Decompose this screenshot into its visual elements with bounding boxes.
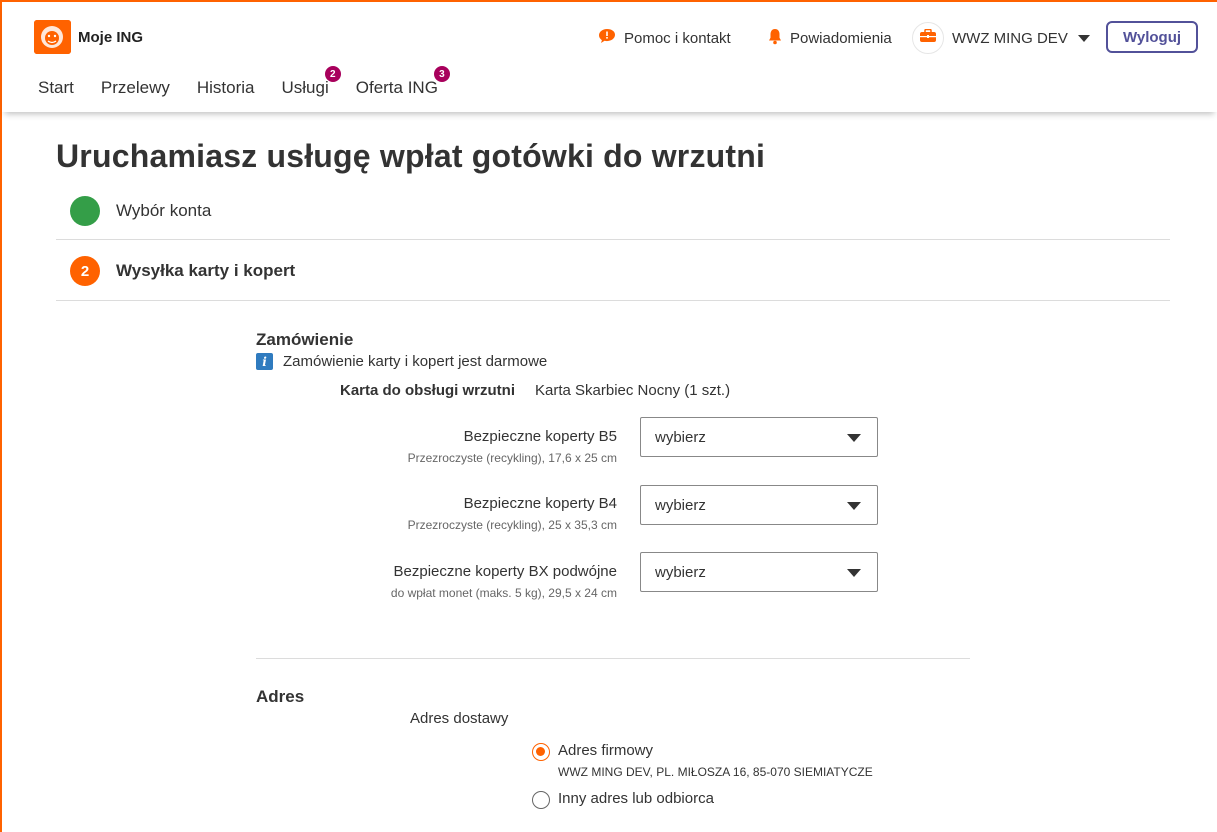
step-account-selection[interactable]: Wybór konta <box>70 196 211 226</box>
main-nav: Start Przelewy Historia Usługi 2 Oferta … <box>38 66 450 98</box>
order-section-title: Zamówienie <box>256 330 354 349</box>
envelope-b4-label-group: Bezpieczne koperty B4 Przezroczyste (rec… <box>408 495 617 532</box>
step-shipping: 2 Wysyłka karty i kopert <box>70 256 295 286</box>
step-label: Wysyłka karty i kopert <box>116 261 296 280</box>
divider <box>56 239 1170 240</box>
info-icon: i <box>256 353 273 370</box>
field-sublabel: Przezroczyste (recykling), 17,6 x 25 cm <box>407 451 617 465</box>
order-info: i Zamówienie karty i kopert jest darmowe <box>256 353 547 370</box>
nav-item-historia[interactable]: Historia <box>197 78 255 98</box>
radio-label: Inny adres lub odbiorca <box>558 790 714 807</box>
nav-item-przelewy[interactable]: Przelewy <box>101 78 170 98</box>
ing-lion-logo[interactable] <box>34 20 71 54</box>
step-done-indicator <box>70 196 100 226</box>
divider <box>56 300 1170 301</box>
select-value: wybierz <box>655 496 706 514</box>
step-number-badge: 2 <box>70 256 100 286</box>
envelope-b5-label-group: Bezpieczne koperty B5 Przezroczyste (rec… <box>408 428 617 465</box>
avatar <box>912 22 944 54</box>
envelope-bx-label-group: Bezpieczne koperty BX podwójne do wpłat … <box>391 563 617 600</box>
card-info-row: Karta do obsługi wrzutni Karta Skarbiec … <box>340 382 730 399</box>
address-section-title: Adres <box>256 687 305 706</box>
order-info-text: Zamówienie karty i kopert jest darmowe <box>283 353 548 370</box>
envelope-bx-select[interactable]: wybierz <box>640 552 878 592</box>
chevron-down-icon <box>847 569 861 577</box>
field-sublabel: do wpłat monet (maks. 5 kg), 29,5 x 24 c… <box>390 586 617 600</box>
logout-button[interactable]: Wyloguj <box>1106 21 1198 53</box>
radio-label: Adres firmowy <box>558 742 654 759</box>
chevron-down-icon <box>847 502 861 510</box>
envelope-b5-select[interactable]: wybierz <box>640 417 878 457</box>
help-contact-link[interactable]: Pomoc i kontakt <box>598 28 731 48</box>
window-left-border <box>0 0 2 832</box>
nav-item-label: Start <box>38 78 74 97</box>
chevron-down-icon <box>1077 34 1090 42</box>
radio-company-address[interactable]: Adres firmowy WWZ MING DEV, PL. MIŁOSZA … <box>532 742 873 779</box>
chevron-down-icon <box>847 434 861 442</box>
divider <box>256 658 970 659</box>
user-menu[interactable]: WWZ MING DEV <box>912 22 1090 54</box>
field-sublabel: Przezroczyste (recykling), 25 x 35,3 cm <box>407 518 617 532</box>
briefcase-icon <box>919 28 937 47</box>
delivery-address-label: Adres dostawy <box>410 710 509 727</box>
notification-badge: 3 <box>433 66 450 82</box>
radio-sublabel: WWZ MING DEV, PL. MIŁOSZA 16, 85-070 SIE… <box>558 765 873 779</box>
page-title: Uruchamiasz usługę wpłat gotówki do wrzu… <box>56 138 766 174</box>
field-label: Bezpieczne koperty B4 <box>463 495 617 512</box>
user-name: WWZ MING DEV <box>952 29 1068 47</box>
field-label: Bezpieczne koperty BX podwójne <box>393 563 617 580</box>
select-value: wybierz <box>655 428 706 446</box>
radio-other-address[interactable]: Inny adres lub odbiorca <box>532 790 714 809</box>
chat-bubble-icon <box>598 28 616 48</box>
field-label: Bezpieczne koperty B5 <box>463 428 617 445</box>
nav-item-label: Przelewy <box>100 78 170 97</box>
bell-icon <box>768 28 782 49</box>
envelope-b4-select[interactable]: wybierz <box>640 485 878 525</box>
nav-item-label: Historia <box>196 78 255 97</box>
top-header: Moje ING Pomoc i kontakt Powiadomienia W… <box>2 2 1217 112</box>
help-contact-label: Pomoc i kontakt <box>624 29 731 47</box>
radio-button-checked[interactable] <box>532 743 550 761</box>
notification-badge: 2 <box>324 66 341 82</box>
notifications-link[interactable]: Powiadomienia <box>768 28 892 49</box>
app-brand-name: Moje ING <box>78 29 144 46</box>
nav-item-oferta-ing[interactable]: Oferta ING 3 <box>355 66 450 98</box>
radio-button[interactable] <box>532 791 550 809</box>
nav-item-uslugi[interactable]: Usługi 2 <box>281 66 341 98</box>
nav-item-label: Oferta ING <box>355 78 438 97</box>
nav-item-label: Usługi <box>281 78 329 97</box>
step-label: Wybór konta <box>116 201 212 220</box>
select-value: wybierz <box>655 563 706 581</box>
notifications-label: Powiadomienia <box>790 30 892 47</box>
nav-item-start[interactable]: Start <box>38 78 74 98</box>
card-label: Karta do obsługi wrzutni <box>340 382 515 399</box>
card-value: Karta Skarbiec Nocny (1 szt.) <box>535 382 731 399</box>
